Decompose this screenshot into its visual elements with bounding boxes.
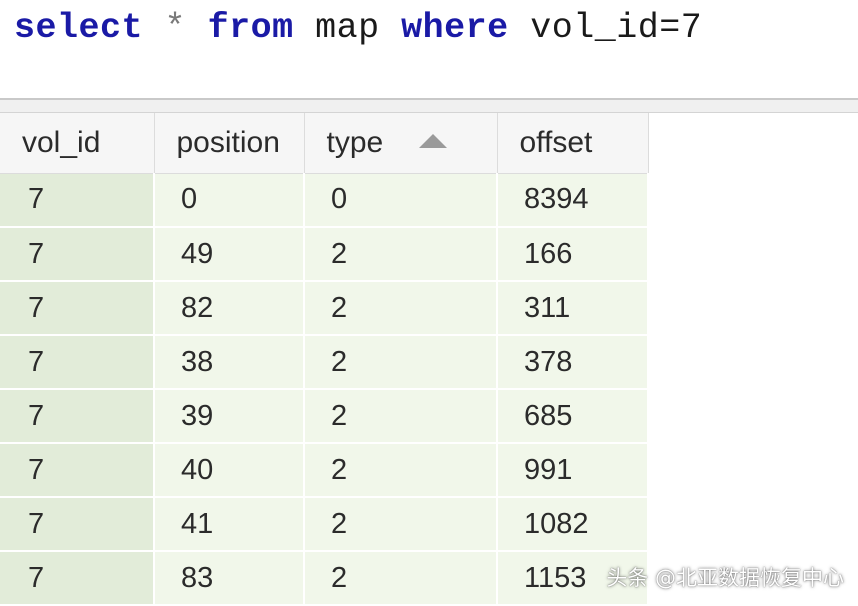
table-cell-offset[interactable]: 685 xyxy=(497,389,649,444)
sql-token: where xyxy=(401,8,509,48)
table-cell-offset[interactable]: 1082 xyxy=(497,497,649,552)
grid-header-row: vol_id position type offset xyxy=(0,113,649,174)
table-row[interactable]: 7 38 2 378 xyxy=(0,335,649,390)
table-cell-position[interactable]: 49 xyxy=(154,227,305,282)
table-cell-vol-id[interactable]: 7 xyxy=(0,173,155,228)
table-cell-position[interactable]: 82 xyxy=(154,281,305,336)
sql-editor[interactable]: select * from map where vol_id=7 xyxy=(0,0,858,100)
sql-token: vol_id=7 xyxy=(530,8,703,48)
table-cell-position[interactable]: 83 xyxy=(154,551,305,606)
table-cell-offset[interactable]: 8394 xyxy=(497,173,649,228)
table-cell-type[interactable]: 2 xyxy=(304,335,498,390)
table-cell-type[interactable]: 2 xyxy=(304,389,498,444)
table-cell-type[interactable]: 0 xyxy=(304,173,498,228)
table-row[interactable]: 7 39 2 685 xyxy=(0,389,649,444)
table-cell-vol-id[interactable]: 7 xyxy=(0,551,155,606)
sql-token: from xyxy=(207,8,294,48)
table-cell-type[interactable]: 2 xyxy=(304,227,498,282)
table-cell-vol-id[interactable]: 7 xyxy=(0,443,155,498)
table-cell-offset[interactable]: 166 xyxy=(497,227,649,282)
table-cell-offset[interactable]: 378 xyxy=(497,335,649,390)
column-header-label: offset xyxy=(519,125,593,159)
sql-query-line: select * from map where vol_id=7 xyxy=(14,6,702,50)
sql-token: * xyxy=(164,8,187,48)
sort-ascending-icon xyxy=(419,133,448,148)
column-header-position[interactable]: position xyxy=(154,113,305,174)
table-cell-vol-id[interactable]: 7 xyxy=(0,281,155,336)
table-cell-position[interactable]: 39 xyxy=(154,389,305,444)
table-cell-vol-id[interactable]: 7 xyxy=(0,497,155,552)
table-cell-position[interactable]: 41 xyxy=(154,497,305,552)
table-cell-position[interactable]: 38 xyxy=(154,335,305,390)
column-header-offset[interactable]: offset xyxy=(497,113,649,174)
table-row[interactable]: 7 0 0 8394 xyxy=(0,173,649,228)
column-header-label: vol_id xyxy=(22,125,101,159)
table-row[interactable]: 7 83 2 1153 xyxy=(0,551,649,606)
table-cell-offset[interactable]: 991 xyxy=(497,443,649,498)
editor-splitter[interactable] xyxy=(0,100,858,113)
table-cell-vol-id[interactable]: 7 xyxy=(0,389,155,444)
table-cell-type[interactable]: 2 xyxy=(304,443,498,498)
grid-body: 7 0 0 8394 7 49 2 166 7 82 2 311 7 38 2 378 7 39 2 685 7 40 2 9… xyxy=(0,173,649,606)
table-cell-type[interactable]: 2 xyxy=(304,551,498,606)
table-cell-vol-id[interactable]: 7 xyxy=(0,227,155,282)
table-cell-type[interactable]: 2 xyxy=(304,281,498,336)
table-cell-offset[interactable]: 311 xyxy=(497,281,649,336)
table-cell-type[interactable]: 2 xyxy=(304,497,498,552)
table-cell-position[interactable]: 40 xyxy=(154,443,305,498)
table-row[interactable]: 7 41 2 1082 xyxy=(0,497,649,552)
results-grid: vol_id position type offset 7 0 0 8394 7 49 2 1… xyxy=(0,113,649,606)
column-header-vol-id[interactable]: vol_id xyxy=(0,113,155,174)
sql-token: select xyxy=(14,8,144,48)
sql-token: map xyxy=(315,8,380,48)
table-cell-vol-id[interactable]: 7 xyxy=(0,335,155,390)
table-row[interactable]: 7 49 2 166 xyxy=(0,227,649,282)
table-row[interactable]: 7 40 2 991 xyxy=(0,443,649,498)
column-header-type[interactable]: type xyxy=(304,113,498,174)
table-row[interactable]: 7 82 2 311 xyxy=(0,281,649,336)
table-cell-position[interactable]: 0 xyxy=(154,173,305,228)
watermark-text: 头条 @北亚数据恢复中心 xyxy=(606,566,844,590)
column-header-label: type xyxy=(326,125,384,159)
column-header-label: position xyxy=(176,125,280,159)
